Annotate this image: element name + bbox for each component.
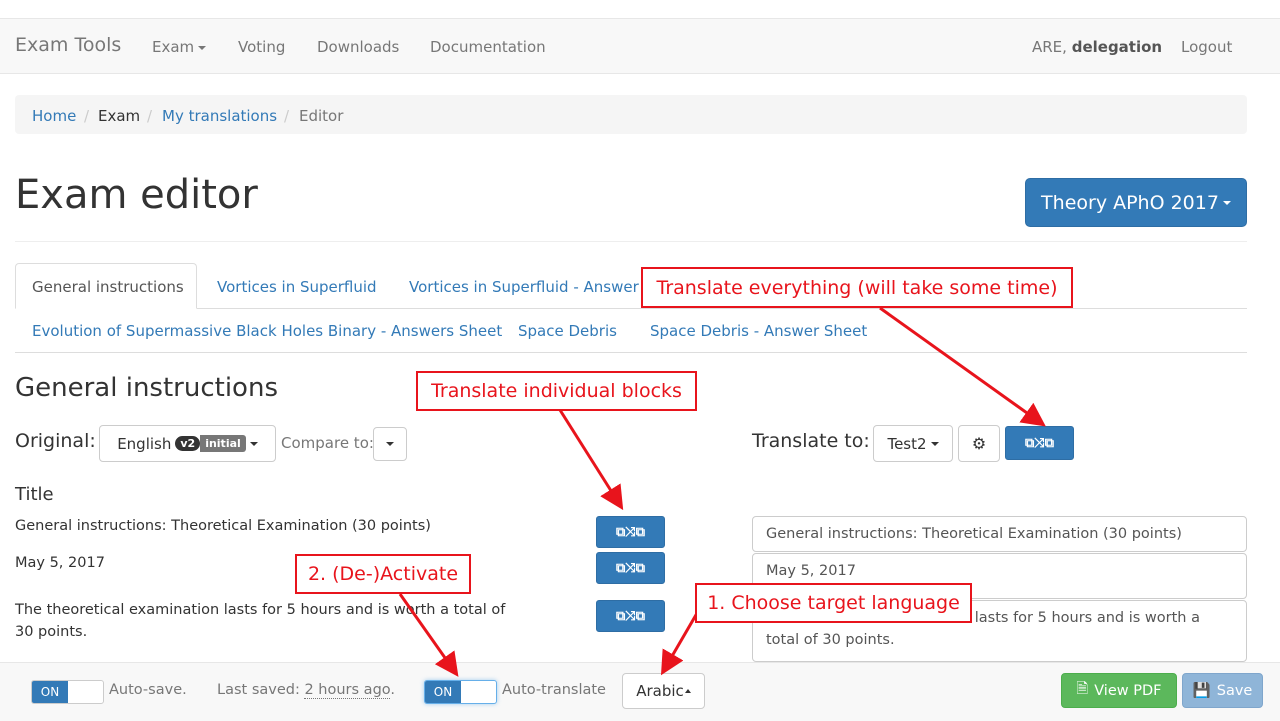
breadcrumb-separator: /: [147, 107, 153, 125]
translate-icon: ⧉⤨⧉: [616, 608, 645, 624]
save-button[interactable]: 💾 Save: [1182, 673, 1263, 708]
toggle-on-label: ON: [32, 681, 68, 703]
translate-block-button[interactable]: ⧉⤨⧉: [596, 600, 665, 632]
auto-translate-toggle[interactable]: ON: [424, 680, 497, 704]
nav-downloads[interactable]: Downloads: [317, 38, 399, 56]
nav-logout[interactable]: Logout: [1181, 38, 1232, 56]
save-label: Save: [1216, 682, 1253, 699]
auto-save-label: Auto-save.: [109, 682, 187, 698]
caret-down-icon: [198, 45, 207, 50]
gear-icon: ⚙: [971, 434, 987, 453]
nav-user[interactable]: ARE, delegation: [1032, 38, 1162, 56]
version-badge: v2: [175, 436, 201, 451]
translate-icon: ⧉⤨⧉: [616, 524, 645, 540]
breadcrumb-separator: /: [284, 107, 290, 125]
compare-select[interactable]: [373, 427, 407, 461]
translate-to-label: Translate to:: [752, 430, 870, 452]
callout-translate-blocks: Translate individual blocks: [416, 371, 697, 411]
file-pdf-icon: 🗎: [1076, 681, 1089, 697]
translate-block-button[interactable]: ⧉⤨⧉: [596, 516, 665, 548]
breadcrumb-exam: Exam: [98, 107, 141, 125]
floppy-disk-icon: 💾: [1192, 683, 1211, 699]
language-select[interactable]: Arabic: [622, 673, 705, 709]
settings-button[interactable]: ⚙: [958, 425, 1000, 462]
original-block: General instructions: Theoretical Examin…: [15, 518, 431, 534]
user-prefix: ARE,: [1032, 38, 1067, 56]
divider: [15, 241, 1247, 242]
page-title: Exam editor: [15, 172, 258, 218]
callout-deactivate: 2. (De-)Activate: [295, 554, 471, 594]
original-block: 30 points.: [15, 624, 88, 640]
arrow-translate-block: [558, 409, 624, 511]
breadcrumb-home[interactable]: Home: [32, 107, 76, 125]
tab-vortices[interactable]: Vortices in Superfluid: [217, 278, 377, 296]
user-name: delegation: [1071, 38, 1163, 56]
original-block: The theoretical examination lasts for 5 …: [15, 602, 506, 618]
block-title: Title: [15, 484, 54, 505]
tab-black-holes-answers[interactable]: Evolution of Supermassive Black Holes Bi…: [32, 322, 502, 340]
exam-select-label: Theory APhO 2017: [1041, 191, 1219, 214]
last-saved-value: 2 hours ago: [304, 682, 391, 699]
view-pdf-label: View PDF: [1094, 682, 1162, 699]
translate-all-button[interactable]: ⧉⤨⧉: [1005, 426, 1074, 460]
caret-up-icon: [684, 689, 691, 693]
section-heading: General instructions: [15, 373, 278, 403]
translation-field[interactable]: General instructions: Theoretical Examin…: [752, 516, 1247, 552]
tabs-border: [197, 308, 1247, 309]
target-label: Test2: [887, 434, 927, 453]
compare-label: Compare to:: [281, 434, 374, 452]
translation-line: total of 30 points.: [766, 632, 895, 648]
tab-space-debris[interactable]: Space Debris: [518, 322, 617, 340]
arrow-translate-all: [879, 306, 1046, 427]
toggle-on-label: ON: [425, 681, 461, 703]
last-saved: Last saved: 2 hours ago.: [217, 682, 395, 699]
translate-icon: ⧉⤨⧉: [1025, 435, 1054, 451]
breadcrumb-editor: Editor: [299, 107, 344, 125]
caret-down-icon: [386, 442, 394, 446]
nav-exam-dropdown[interactable]: Exam: [152, 38, 207, 56]
auto-translate-label: Auto-translate: [502, 682, 606, 698]
tabs-border: [15, 352, 1247, 353]
original-label: Original:: [15, 430, 96, 452]
tab-space-debris-answer[interactable]: Space Debris - Answer Sheet: [650, 322, 867, 340]
view-pdf-button[interactable]: 🗎 View PDF: [1061, 673, 1177, 708]
nav-documentation[interactable]: Documentation: [430, 38, 546, 56]
tab-label: General instructions: [32, 278, 184, 296]
breadcrumb-my-translations[interactable]: My translations: [162, 107, 277, 125]
language-label: Arabic: [636, 682, 684, 700]
last-saved-label: Last saved:: [217, 682, 300, 698]
auto-save-toggle[interactable]: ON: [31, 680, 104, 704]
breadcrumb-separator: /: [84, 107, 90, 125]
nav-exam-label: Exam: [152, 38, 195, 56]
caret-down-icon: [1222, 200, 1231, 205]
translate-block-button[interactable]: ⧉⤨⧉: [596, 552, 665, 584]
callout-translate-everything: Translate everything (will take some tim…: [641, 267, 1073, 308]
original-language-select[interactable]: English v2 initial: [99, 425, 276, 462]
original-block: May 5, 2017: [15, 555, 105, 571]
original-lang: English: [117, 434, 172, 453]
translate-icon: ⧉⤨⧉: [616, 560, 645, 576]
exam-select-button[interactable]: Theory APhO 2017: [1025, 178, 1247, 227]
caret-down-icon: [930, 441, 939, 446]
tab-vortices-answer[interactable]: Vortices in Superfluid - Answer Sheet: [409, 278, 645, 296]
last-saved-dot: .: [390, 682, 395, 698]
callout-choose-language: 1. Choose target language: [695, 583, 972, 623]
caret-down-icon: [249, 441, 258, 446]
target-select[interactable]: Test2: [873, 425, 953, 462]
status-badge: initial: [200, 435, 246, 452]
nav-voting[interactable]: Voting: [238, 38, 285, 56]
brand-link[interactable]: Exam Tools: [15, 34, 121, 56]
